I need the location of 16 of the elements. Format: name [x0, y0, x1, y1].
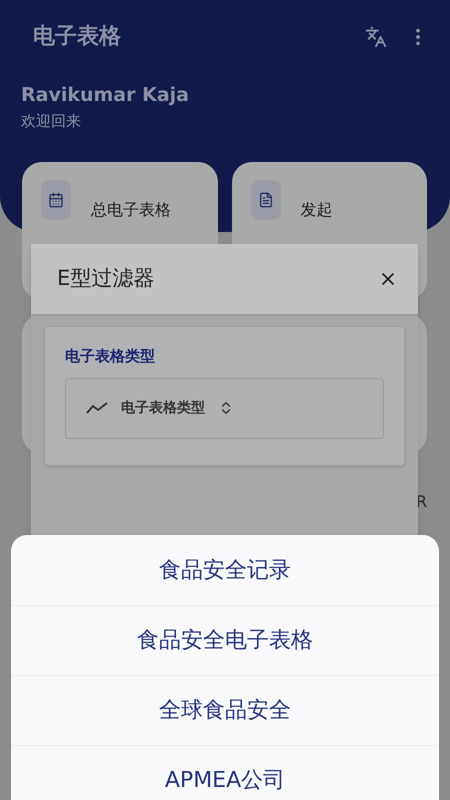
translate-icon[interactable] — [365, 26, 387, 48]
app-title: 电子表格 — [33, 23, 121, 51]
dialog-title: E型过滤器 — [57, 265, 154, 292]
section-label: 电子表格类型 — [65, 346, 156, 367]
type-select[interactable]: 电子表格类型 — [65, 378, 384, 438]
user-name: Ravikumar Kaja — [21, 83, 189, 108]
tile-label: 发起 — [300, 199, 332, 221]
document-icon — [258, 192, 274, 208]
sheet-option[interactable]: 食品安全电子表格 — [11, 605, 439, 675]
line-chart-icon — [86, 401, 108, 415]
sheet-option[interactable]: 食品安全记录 — [11, 535, 439, 605]
calendar-icon — [48, 192, 64, 208]
sheet-option[interactable]: 全球食品安全 — [11, 675, 439, 745]
sheet-option[interactable]: APMEA公司 — [11, 745, 439, 800]
tile-label: 总电子表格 — [91, 199, 171, 221]
greeting-text: 欢迎回来 — [21, 110, 81, 132]
